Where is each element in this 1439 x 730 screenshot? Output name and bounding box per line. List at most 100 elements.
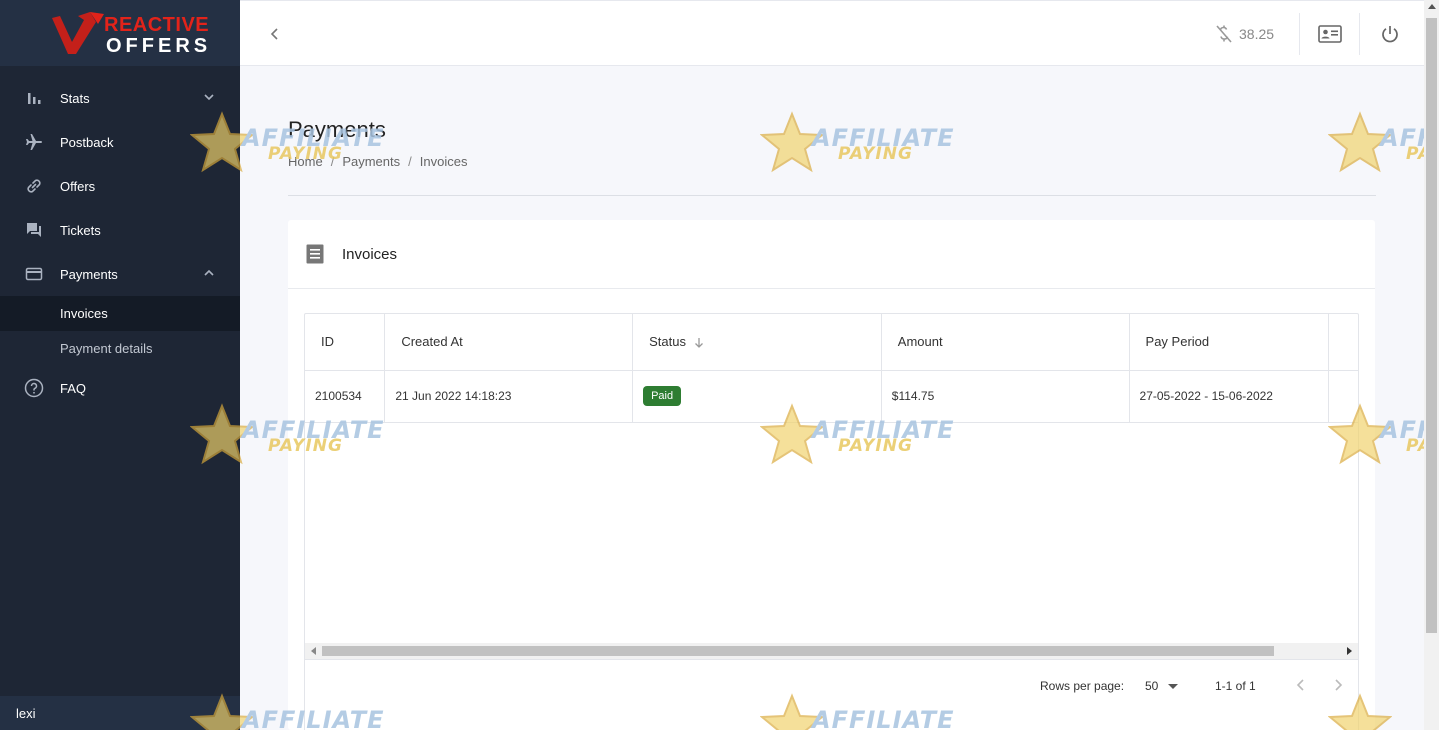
watermark-text: AFFILIATE bbox=[1380, 416, 1424, 444]
sidebar-item-postback[interactable]: Postback bbox=[0, 120, 240, 164]
user-name[interactable]: lexi bbox=[0, 696, 240, 730]
scrollbar-thumb[interactable] bbox=[1426, 18, 1437, 633]
sidebar-item-stats[interactable]: Stats bbox=[0, 76, 240, 120]
bar-chart-icon bbox=[24, 88, 44, 108]
balance: 38.25 bbox=[1215, 21, 1274, 47]
next-page-button[interactable] bbox=[1327, 674, 1349, 696]
sidebar: REACTIVE OFFERS Stats Postback Offers Ti… bbox=[0, 0, 240, 730]
scroll-up-icon[interactable] bbox=[1428, 4, 1436, 9]
watermark-text: AFFILIATE bbox=[1380, 124, 1424, 152]
cell-id: 2100534 bbox=[305, 370, 386, 423]
table-header-row: ID Created At Status Amount Pay Period bbox=[305, 314, 1358, 371]
header-label: ID bbox=[321, 334, 334, 350]
previous-page-button[interactable] bbox=[1290, 674, 1312, 696]
pagination: Rows per page: 50 1-1 of 1 bbox=[305, 659, 1358, 711]
sidebar-item-label: Postback bbox=[60, 134, 114, 150]
profile-card-button[interactable] bbox=[1317, 21, 1343, 47]
breadcrumb: Home / Payments / Invoices bbox=[288, 154, 467, 169]
cell-created-at: 21 Jun 2022 14:18:23 bbox=[384, 370, 634, 423]
column-header-extra bbox=[1328, 314, 1358, 371]
horizontal-scrollbar[interactable] bbox=[305, 643, 1358, 659]
status-badge: Paid bbox=[643, 386, 682, 406]
table-row[interactable]: 2100534 21 Jun 2022 14:18:23 Paid $114.7… bbox=[305, 370, 1358, 423]
sidebar-item-label: FAQ bbox=[60, 380, 87, 396]
logo-mark: REACTIVE OFFERS bbox=[50, 10, 209, 57]
cell-status: Paid bbox=[632, 370, 882, 423]
sidebar-item-label: Tickets bbox=[60, 222, 101, 238]
chevron-left-icon bbox=[270, 28, 278, 40]
logout-button[interactable] bbox=[1377, 21, 1403, 47]
header-label: Status bbox=[649, 334, 686, 350]
scroll-left-icon[interactable] bbox=[311, 647, 316, 655]
brand-line2: OFFERS bbox=[106, 35, 212, 57]
watermark-text: PAYING bbox=[838, 144, 913, 164]
balance-value: 38.25 bbox=[1239, 26, 1275, 42]
sidebar-item-tickets[interactable]: Tickets bbox=[0, 208, 240, 252]
watermark-text: PAYING bbox=[1406, 144, 1424, 164]
sidebar-subitem-payment-details[interactable]: Payment details bbox=[0, 331, 240, 366]
column-header-id[interactable]: ID bbox=[305, 314, 386, 371]
topbar-separator bbox=[1299, 13, 1300, 55]
scroll-right-icon[interactable] bbox=[1347, 647, 1352, 655]
column-header-created-at[interactable]: Created At bbox=[384, 314, 634, 371]
back-button[interactable] bbox=[264, 23, 286, 45]
sidebar-item-label: Payments bbox=[60, 266, 118, 282]
watermark: AFFILIATE PAYING bbox=[760, 108, 960, 178]
scrollbar-thumb[interactable] bbox=[322, 646, 1274, 656]
invoices-card: Invoices ID Created At Status Amount Pay… bbox=[288, 220, 1375, 730]
page-range: 1-1 of 1 bbox=[1215, 679, 1256, 693]
rows-per-page-value: 50 bbox=[1145, 679, 1159, 693]
breadcrumb-invoices: Invoices bbox=[419, 154, 468, 169]
link-icon bbox=[24, 176, 44, 196]
contact-card-icon bbox=[1318, 25, 1342, 43]
watermark-text: AFFILIATE bbox=[812, 124, 955, 152]
column-header-status[interactable]: Status bbox=[632, 314, 882, 371]
logo[interactable]: REACTIVE OFFERS bbox=[0, 0, 240, 66]
cell-pay-period: 27-05-2022 - 15-06-2022 bbox=[1129, 370, 1329, 423]
credit-card-icon bbox=[24, 264, 44, 284]
sidebar-item-label: Stats bbox=[60, 90, 90, 106]
sidebar-item-label: Offers bbox=[60, 178, 96, 194]
chevron-up-icon bbox=[204, 269, 214, 276]
card-header: Invoices bbox=[288, 220, 1375, 289]
sidebar-subitem-invoices[interactable]: Invoices bbox=[0, 296, 240, 331]
breadcrumb-separator: / bbox=[408, 154, 412, 169]
divider bbox=[288, 195, 1376, 196]
sidebar-item-faq[interactable]: FAQ bbox=[0, 366, 240, 410]
breadcrumb-separator: / bbox=[330, 154, 335, 169]
help-circle-icon bbox=[24, 378, 44, 398]
header-label: Amount bbox=[897, 334, 943, 350]
column-header-amount[interactable]: Amount bbox=[881, 314, 1130, 371]
list-document-icon bbox=[306, 244, 324, 264]
header-label: Pay Period bbox=[1145, 334, 1210, 350]
invoices-table: ID Created At Status Amount Pay Period 2… bbox=[304, 313, 1359, 730]
chevron-right-icon bbox=[1335, 679, 1343, 691]
cell-extra bbox=[1328, 370, 1358, 423]
watermark-text: PAYING bbox=[1406, 436, 1424, 456]
watermark: AFFILIATE PAYING bbox=[1328, 108, 1424, 178]
brand-line1: REACTIVE bbox=[104, 14, 210, 36]
sidebar-item-offers[interactable]: Offers bbox=[0, 164, 240, 208]
chevron-left-icon bbox=[1296, 679, 1304, 691]
chevron-down-icon bbox=[204, 94, 214, 101]
watermark-star-icon bbox=[1328, 111, 1392, 173]
cell-amount: $114.75 bbox=[881, 370, 1130, 423]
airplane-icon bbox=[24, 132, 44, 152]
column-header-pay-period[interactable]: Pay Period bbox=[1129, 314, 1329, 371]
breadcrumb-payments[interactable]: Payments bbox=[342, 154, 400, 169]
topbar: 38.25 bbox=[240, 0, 1424, 66]
topbar-separator bbox=[1359, 13, 1360, 55]
power-icon bbox=[1382, 26, 1398, 43]
rows-per-page-label: Rows per page: bbox=[1040, 679, 1125, 693]
card-title: Invoices bbox=[342, 245, 398, 263]
vertical-scrollbar[interactable] bbox=[1424, 0, 1439, 730]
sort-arrow-down-icon bbox=[694, 337, 703, 348]
sidebar-nav: Stats Postback Offers Tickets Payments I… bbox=[0, 66, 240, 410]
sidebar-item-payments[interactable]: Payments bbox=[0, 252, 240, 296]
money-off-icon bbox=[1216, 25, 1232, 43]
logo-v-icon bbox=[52, 12, 104, 54]
forum-icon bbox=[24, 220, 44, 240]
breadcrumb-home[interactable]: Home bbox=[288, 154, 323, 169]
rows-per-page-select[interactable]: 50 bbox=[1145, 679, 1179, 693]
header-label: Created At bbox=[401, 334, 463, 350]
